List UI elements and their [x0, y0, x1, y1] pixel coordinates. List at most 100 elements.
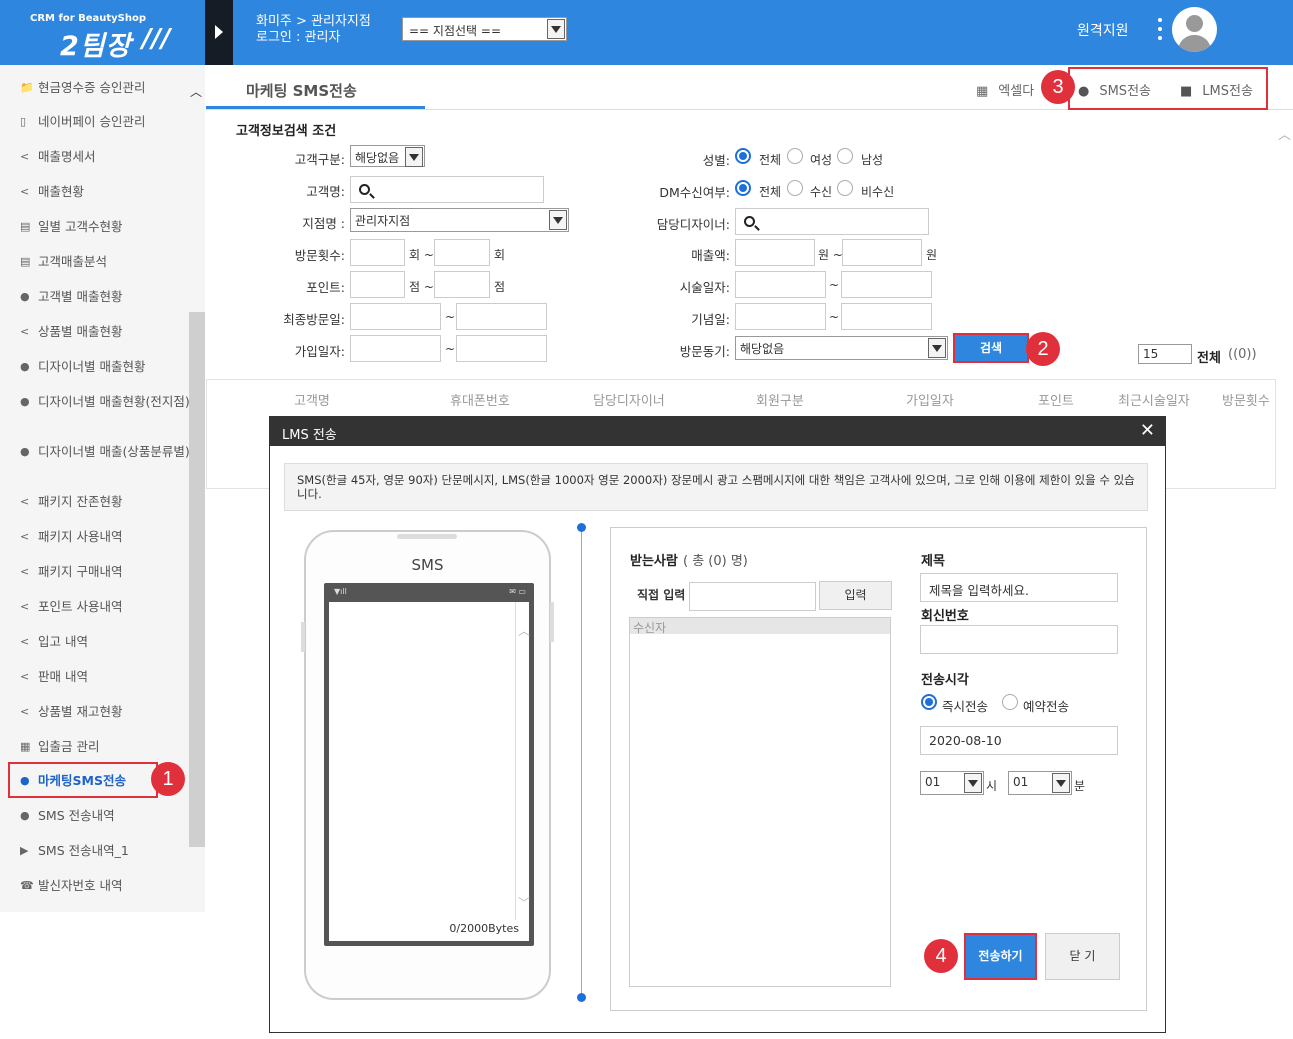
points-to-input[interactable] [434, 271, 490, 298]
sms-send-button[interactable]: ● SMS전송 [1078, 80, 1151, 99]
designer-input[interactable] [735, 208, 929, 235]
close-button[interactable]: 닫 기 [1045, 933, 1120, 980]
anniversary-from-input[interactable] [735, 303, 826, 330]
service-date-from-input[interactable] [735, 271, 826, 298]
sidebar-item-sales-by-customer[interactable]: ● 고객별 매출현황 [20, 289, 190, 304]
sidebar-item-sms-history-1[interactable]: ▶ SMS 전송내역_1 [20, 843, 190, 858]
sidebar-item-sales-statement[interactable]: < 매출명세서 [20, 149, 190, 164]
message-scrollbar[interactable]: ︿ ﹀ [515, 602, 531, 920]
splitter[interactable] [581, 527, 582, 997]
remote-support-link[interactable]: 원격지원 [1077, 20, 1129, 40]
service-date-to-input[interactable] [841, 271, 932, 298]
column-header[interactable]: 가입일자 [906, 390, 954, 409]
sidebar-item-sales-by-product[interactable]: < 상품별 매출현황 [20, 324, 190, 339]
share-icon: < [20, 530, 30, 543]
sidebar-item-sales-by-designer[interactable]: ● 디자이너별 매출현황 [20, 359, 190, 374]
sidebar-item-stock-by-product[interactable]: < 상품별 재고현황 [20, 704, 190, 719]
sidebar-item-stock-in[interactable]: < 입고 내역 [20, 634, 190, 649]
direct-input-field[interactable] [689, 582, 816, 611]
points-from-input[interactable] [350, 271, 405, 298]
sidebar-toggle-button[interactable] [205, 0, 233, 65]
chevron-up-icon[interactable]: ︿ [1278, 124, 1291, 143]
sidebar-item-package-usage[interactable]: < 패키지 사용내역 [20, 529, 190, 544]
sidebar-item-sales-status[interactable]: < 매출현황 [20, 184, 190, 199]
chevron-up-icon[interactable]: ︿ [190, 83, 202, 100]
visits-to-input[interactable] [434, 239, 490, 266]
immediate-send-radio[interactable] [921, 694, 937, 710]
calculator-icon: ▦ [20, 740, 31, 753]
points-unit-end: 점 [494, 280, 506, 294]
dm-all-radio[interactable] [735, 180, 751, 196]
customer-name-input[interactable] [350, 176, 544, 203]
share-icon: < [20, 325, 30, 338]
sales-from-input[interactable] [735, 239, 815, 266]
excel-download-button[interactable]: ▦ 엑셀다 [976, 80, 1034, 99]
close-icon[interactable]: ✕ [1140, 420, 1155, 441]
column-header[interactable]: 고객명 [294, 390, 330, 409]
subject-input[interactable]: 제목을 입력하세요. [920, 573, 1118, 602]
join-date-to-input[interactable] [456, 335, 547, 362]
branch-name-label: 지점명 : [302, 216, 345, 231]
reply-number-input[interactable] [920, 625, 1118, 654]
direct-input-button[interactable]: 입력 [819, 581, 892, 610]
message-textarea[interactable]: ︿ ﹀ 0/2000Bytes [329, 602, 531, 941]
sidebar-item-caller-number[interactable]: ☎ 발신자번호 내역 [20, 878, 190, 893]
lms-send-button[interactable]: ■ LMS전송 [1180, 80, 1253, 99]
chevron-down-icon: ﹀ [518, 896, 531, 910]
column-header[interactable]: 휴대폰번호 [450, 390, 510, 409]
sidebar-item-customer-sales-analysis[interactable]: ▤ 고객매출분석 [20, 254, 190, 269]
anniversary-to-input[interactable] [841, 303, 932, 330]
send-date-input[interactable]: 2020-08-10 [920, 726, 1118, 755]
avatar[interactable] [1172, 7, 1217, 52]
column-header[interactable]: 회원구분 [756, 390, 804, 409]
page-size-input[interactable]: 15 [1138, 344, 1192, 364]
branch-name-select[interactable]: 관리자지점 [350, 208, 569, 232]
reserved-send-radio[interactable] [1002, 694, 1018, 710]
sidebar-item-daily-customers[interactable]: ▤ 일별 고객수현황 [20, 219, 190, 234]
sidebar-item-cash-flow[interactable]: ▦ 입출금 관리 [20, 739, 190, 754]
column-header[interactable]: 방문횟수 [1222, 390, 1270, 409]
logo[interactable]: CRM for BeautyShop 2팀장 /// [0, 0, 205, 65]
phone-speaker [397, 534, 457, 539]
chevron-down-icon [547, 19, 565, 39]
branch-select[interactable]: == 지점선택 == [402, 17, 567, 41]
sidebar-item-package-purchase[interactable]: < 패키지 구매내역 [20, 564, 190, 579]
sidebar-item-sales-history[interactable]: < 판매 내역 [20, 669, 190, 684]
visit-motive-select[interactable]: 해당없음 [735, 336, 948, 360]
gender-all-radio[interactable] [735, 148, 751, 164]
sidebar-item-naverpay[interactable]: ▯ 네이버페이 승인관리 [20, 114, 190, 129]
sidebar-item-cash-receipt[interactable]: 📁 현금영수증 승인관리 [20, 80, 190, 95]
minute-select[interactable]: 01 [1008, 771, 1072, 795]
search-button[interactable]: 검색 [953, 333, 1029, 363]
join-date-from-input[interactable] [350, 335, 441, 362]
hour-select[interactable]: 01 [920, 771, 984, 795]
chevron-down-icon [928, 338, 946, 358]
sidebar-item-sales-by-designer-all[interactable]: ● 디자이너별 매출현황(전지점) [20, 394, 190, 409]
customer-type-select[interactable]: 해당없음 [350, 145, 425, 167]
more-vert-icon[interactable] [1156, 18, 1164, 44]
splitter-handle[interactable] [577, 523, 586, 532]
gender-male-radio[interactable] [837, 148, 853, 164]
last-visit-to-input[interactable] [456, 303, 547, 330]
visits-from-input[interactable] [350, 239, 405, 266]
recipient-list[interactable]: 수신자 [629, 617, 891, 987]
tab-marketing-sms[interactable]: 마케팅 SMS전송 [206, 66, 426, 110]
column-header[interactable]: 담당디자이너 [593, 390, 665, 409]
send-button[interactable]: 전송하기 [964, 933, 1037, 980]
sidebar-item-sms-history[interactable]: ● SMS 전송내역 [20, 808, 190, 823]
column-header[interactable]: 포인트 [1038, 390, 1074, 409]
sidebar-item-point-usage[interactable]: < 포인트 사용내역 [20, 599, 190, 614]
sidebar-item-label: 패키지 구매내역 [38, 564, 123, 579]
column-header[interactable]: 최근시술일자 [1118, 390, 1190, 409]
receipt-icon: 📁 [20, 81, 34, 94]
gender-female-radio[interactable] [787, 148, 803, 164]
last-visit-from-input[interactable] [350, 303, 441, 330]
sidebar-item-package-remaining[interactable]: < 패키지 잔존현황 [20, 494, 190, 509]
dm-no-radio[interactable] [837, 180, 853, 196]
sidebar-scrollbar[interactable] [189, 312, 205, 847]
sidebar-item-label: 상품별 매출현황 [38, 324, 123, 339]
sales-to-input[interactable] [842, 239, 922, 266]
dm-yes-radio[interactable] [787, 180, 803, 196]
sidebar-item-designer-product-sales[interactable]: ● 디자이너별 매출(상품분류별) [20, 444, 190, 459]
splitter-handle[interactable] [577, 993, 586, 1002]
